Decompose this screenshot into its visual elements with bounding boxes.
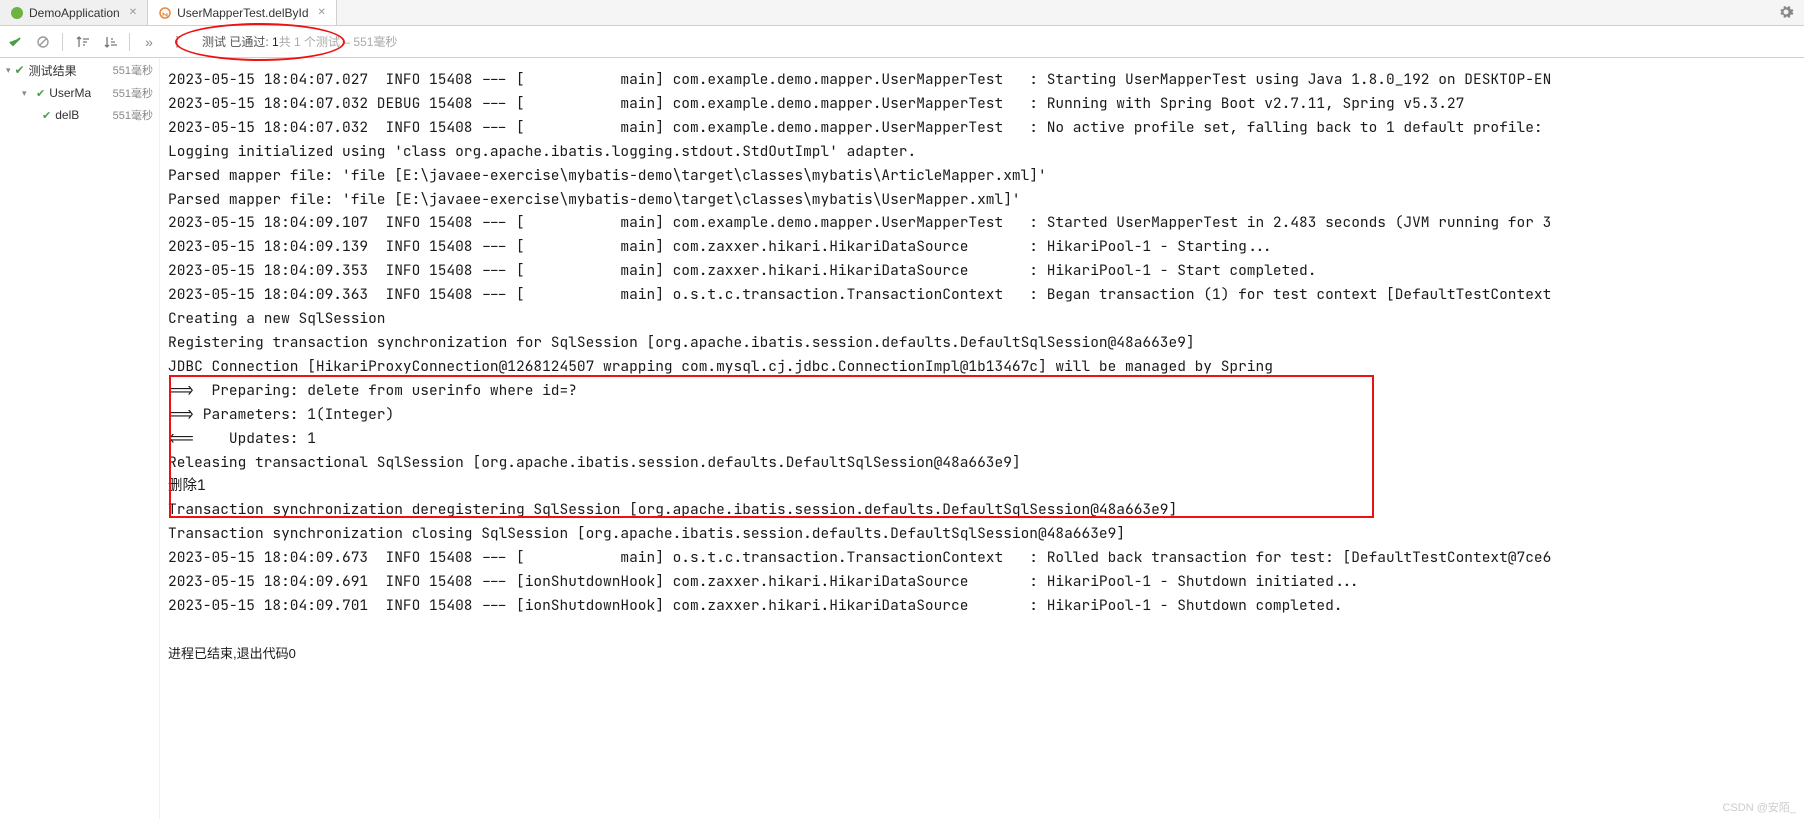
test-tree-pane: ▾ ✔ 测试结果 551毫秒 ▾ ✔ UserMa 551毫秒 ✔ delB 5… xyxy=(0,58,160,819)
separator xyxy=(129,33,130,51)
summary-time: – 551毫秒 xyxy=(340,35,397,49)
spring-icon xyxy=(10,6,24,20)
console-line: <== Updates: 1 xyxy=(168,427,1804,451)
console-line: 2023-05-15 18:04:09.139 INFO 15408 --- [… xyxy=(168,235,1804,259)
sort-asc-icon[interactable] xyxy=(71,31,93,53)
console-line: 删除1 xyxy=(168,474,1804,498)
tree-item-label: UserMa xyxy=(49,86,91,100)
summary-pass-count: 1 xyxy=(272,35,279,49)
console-line: 2023-05-15 18:04:09.673 INFO 15408 --- [… xyxy=(168,546,1804,570)
tree-item-time: 551毫秒 xyxy=(113,107,153,123)
tree-item-time: 551毫秒 xyxy=(113,85,153,101)
console-line: 2023-05-15 18:04:09.701 INFO 15408 --- [… xyxy=(168,594,1804,618)
chevron-down-icon: ▾ xyxy=(22,88,32,99)
console-line: 2023-05-15 18:04:07.027 INFO 15408 --- [… xyxy=(168,68,1804,92)
console-line: Parsed mapper file: 'file [E:\javaee-exe… xyxy=(168,188,1804,212)
cancel-icon[interactable] xyxy=(32,31,54,53)
console-line: 2023-05-15 18:04:09.691 INFO 15408 --- [… xyxy=(168,570,1804,594)
gear-icon[interactable] xyxy=(1778,4,1794,25)
editor-tabs-bar: DemoApplication ✕ UserMapperTest.delById… xyxy=(0,0,1804,26)
console-line: Releasing transactional SqlSession [org.… xyxy=(168,451,1804,475)
main-split: ▾ ✔ 测试结果 551毫秒 ▾ ✔ UserMa 551毫秒 ✔ delB 5… xyxy=(0,58,1804,819)
test-summary: 测试 已通过: 1共 1 个测试 – 551毫秒 xyxy=(202,33,397,50)
tree-root-label: 测试结果 xyxy=(29,62,77,79)
pass-icon: ✔ xyxy=(42,109,51,122)
console-line: Transaction synchronization closing SqlS… xyxy=(168,522,1804,546)
console-line: Creating a new SqlSession xyxy=(168,307,1804,331)
summary-prefix: 测试 已通过: xyxy=(202,35,272,49)
watermark: CSDN @安陌_ xyxy=(1722,799,1796,815)
more-icon[interactable]: » xyxy=(138,31,160,53)
console-line: Registering transaction synchronization … xyxy=(168,331,1804,355)
pass-icon: ✔ xyxy=(15,63,25,77)
tree-item-usermapper[interactable]: ▾ ✔ UserMa 551毫秒 xyxy=(0,82,159,104)
test-toolbar: » ⋮ 测试 已通过: 1共 1 个测试 – 551毫秒 xyxy=(0,26,1804,58)
console-line: 2023-05-15 18:04:09.353 INFO 15408 --- [… xyxy=(168,259,1804,283)
exit-line: 进程已结束,退出代码0 xyxy=(168,642,1804,666)
console-line: ==> Parameters: 1(Integer) xyxy=(168,403,1804,427)
sort-desc-icon[interactable] xyxy=(99,31,121,53)
tab-usermappertest[interactable]: UserMapperTest.delById ✕ xyxy=(148,0,337,25)
tree-item-label: delB xyxy=(55,108,79,122)
console-line: ==> Preparing: delete from userinfo wher… xyxy=(168,379,1804,403)
console-line: Parsed mapper file: 'file [E:\javaee-exe… xyxy=(168,164,1804,188)
console-line: 2023-05-15 18:04:07.032 INFO 15408 --- [… xyxy=(168,116,1804,140)
test-icon xyxy=(158,6,172,20)
pass-icon: ✔ xyxy=(36,87,45,100)
tab-label: DemoApplication xyxy=(29,6,120,20)
chevron-down-icon: ▾ xyxy=(6,65,11,76)
console-line: 2023-05-15 18:04:09.107 INFO 15408 --- [… xyxy=(168,211,1804,235)
vdots-icon[interactable]: ⋮ xyxy=(166,31,188,53)
tree-root-time: 551毫秒 xyxy=(113,62,153,78)
tab-demoapplication[interactable]: DemoApplication ✕ xyxy=(0,0,148,25)
console-line: Transaction synchronization deregisterin… xyxy=(168,498,1804,522)
console-output[interactable]: 2023-05-15 18:04:07.027 INFO 15408 --- [… xyxy=(160,58,1804,819)
summary-total: 共 1 个测试 xyxy=(279,35,340,49)
check-icon[interactable] xyxy=(4,31,26,53)
tree-root[interactable]: ▾ ✔ 测试结果 551毫秒 xyxy=(0,58,159,82)
separator xyxy=(62,33,63,51)
console-line: 2023-05-15 18:04:09.363 INFO 15408 --- [… xyxy=(168,283,1804,307)
close-icon[interactable]: ✕ xyxy=(129,7,137,18)
console-line: Logging initialized using 'class org.apa… xyxy=(168,140,1804,164)
console-line: 2023-05-15 18:04:07.032 DEBUG 15408 --- … xyxy=(168,92,1804,116)
tree-item-delbyid[interactable]: ✔ delB 551毫秒 xyxy=(0,104,159,126)
tab-label: UserMapperTest.delById xyxy=(177,6,308,20)
console-line: JDBC Connection [HikariProxyConnection@1… xyxy=(168,355,1804,379)
close-icon[interactable]: ✕ xyxy=(318,7,326,18)
